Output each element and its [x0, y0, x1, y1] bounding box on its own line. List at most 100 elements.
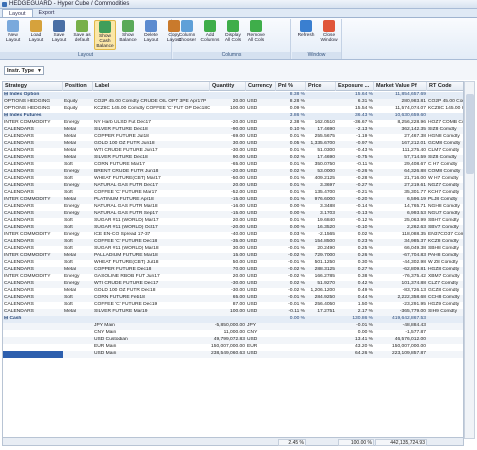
cell: [276, 351, 306, 358]
cell: 70.00: [232, 267, 245, 272]
table-row[interactable]: USD Main 238,549,060.63 USD 64.26 % 223,109,…: [3, 351, 463, 358]
table-row[interactable]: CALENDARS Metal GOLD 100 OZ FUTR Jun18 30.0…: [3, 141, 463, 148]
cell: INTER COMMODITY: [4, 120, 51, 125]
column-header-label[interactable]: Label: [93, 82, 210, 91]
remove-all-cols-button[interactable]: Remove All Cols: [245, 20, 267, 50]
cell: CALENDARS: [4, 169, 34, 174]
group-row[interactable]: ⊟ Index Futures 3.86 % 36.43 % 10,630,659.6…: [3, 113, 463, 120]
default-icon: [76, 20, 88, 32]
cell: Energy: [64, 232, 80, 237]
cell: 3.1703: [320, 211, 335, 216]
delete-layout-button[interactable]: Delete Layout: [140, 20, 162, 50]
column-header-currency[interactable]: Currency: [246, 82, 276, 91]
cell: -2.1565: [318, 232, 335, 237]
table-row[interactable]: CALENDARS Energy BRENT CRUDE FUTR Jun18 -20…: [3, 169, 463, 176]
table-row[interactable]: INTER COMMODITY Energy GASOLINE RBOB FUT J…: [3, 274, 463, 281]
table-row[interactable]: OPTIONS HEDGING Equity KCZ8C 145.00 Comdty…: [3, 106, 463, 113]
cell: USD Custodian: [94, 337, 128, 342]
column-header-rt-code[interactable]: RT Code: [427, 82, 463, 91]
cell: Energy: [64, 169, 80, 174]
add-columns-button[interactable]: Add Columns: [199, 20, 221, 50]
column-header-pnl-[interactable]: Pnl %: [276, 82, 306, 91]
tab-layout[interactable]: Layout: [2, 9, 33, 17]
cell: 21,716.00: [404, 176, 426, 181]
cell: 27,467.38: [404, 134, 426, 139]
column-header-market-value-pf[interactable]: Market Value Pf: [374, 82, 427, 91]
table-row[interactable]: CALENDARS Metal SILVER FUTURE Dec18 -90.00 U…: [3, 127, 463, 134]
column-header-strategy[interactable]: Strategy: [3, 82, 63, 91]
cell: 20.00: [232, 274, 245, 279]
cell: 35,301.77: [404, 190, 426, 195]
table-row[interactable]: CALENDARS Metal SILVER FUTURE Dec18 90.00 US…: [3, 155, 463, 162]
column-header-exposure-[interactable]: Exposure ...: [336, 82, 374, 91]
column-chooser-button[interactable]: Column Chooser: [176, 20, 198, 50]
cell: USD: [247, 141, 258, 146]
cell: SBH7 Comdty: [428, 218, 459, 223]
table-row[interactable]: CALENDARS Soft CORN FUTURE Mar17 -65.00 USD 0…: [3, 162, 463, 169]
cell: CALENDARS: [4, 218, 34, 223]
cell: 280,983.81: [401, 99, 426, 104]
cell: [210, 92, 246, 99]
show-balance-button[interactable]: Show Balance: [117, 20, 139, 50]
tab-export[interactable]: Export: [33, 9, 61, 17]
cell: 150,007,000.00: [392, 344, 426, 349]
scroll-thumb[interactable]: [466, 94, 474, 174]
table-row[interactable]: CALENDARS Soft COFFEE 'C' FUTURE Mar17 -52.…: [3, 190, 463, 197]
group-row[interactable]: ⊟ Index Option 8.38 % 15.64 % 11,854,657.69: [3, 92, 463, 99]
table-row[interactable]: CALENDARS Energy NATURAL GAS FUTR Mar18 -16…: [3, 204, 463, 211]
cell: 17.4690: [317, 127, 335, 132]
table-row[interactable]: INTER COMMODITY Metal PLATINUM FUTURE Apr1…: [3, 197, 463, 204]
cell: USD: [247, 337, 258, 342]
cell: [276, 344, 306, 351]
load-layout-button[interactable]: Load Layout: [25, 20, 47, 50]
table-row[interactable]: INTER COMMODITY Energy NY Harb ULSD Fut De…: [3, 120, 463, 127]
table-row[interactable]: USD Custodian 49,799,072.83 USD 13.41 % 46,5…: [3, 337, 463, 344]
table-row[interactable]: CNY Main 11,000.00 CNY 0.00 % -1,577.87: [3, 330, 463, 337]
table-row[interactable]: CALENDARS Soft SUGAR #11 (WORLD) Mar17 20.0…: [3, 218, 463, 225]
table-row[interactable]: INTER COMMODITY Metal PALLADIUM FUTURE Mar…: [3, 253, 463, 260]
table-row[interactable]: CALENDARS Metal COPPER FUTURE Jul18 -69.00 U…: [3, 134, 463, 141]
table-row[interactable]: CALENDARS Energy NATURAL GAS FUTR Dec17 20.…: [3, 183, 463, 190]
group-row[interactable]: ⊟ Cash 0.00 % 130.86 % 419,642,867.53: [3, 316, 463, 323]
cell: 51.9270: [317, 281, 335, 286]
table-row[interactable]: CALENDARS Soft CORN FUTURE Feb18 65.00 USD -0…: [3, 295, 463, 302]
exposure-total: 100.00 %: [338, 439, 374, 446]
close-window-button[interactable]: Close Window: [318, 20, 340, 50]
table-row[interactable]: EUR Main 150,007,000.00 EUR 43.20 % 150,007,…: [3, 344, 463, 351]
table-row[interactable]: CALENDARS Metal GOLD 100 OZ FUTR Dec18 -30.…: [3, 288, 463, 295]
column-header-position[interactable]: Position: [63, 82, 93, 91]
table-row[interactable]: CALENDARS Energy WTI CRUDE FUTURE Dec17 -30…: [3, 281, 463, 288]
cell: -0.02 %: [288, 253, 305, 258]
cell: 15.64 %: [355, 92, 373, 97]
save-as-default-button[interactable]: Save as default: [71, 20, 93, 50]
cell: USD: [247, 183, 258, 188]
table-row[interactable]: CALENDARS Soft COFFEE 'C' FUTURE Dec18 -35.…: [3, 239, 463, 246]
table-row[interactable]: CALENDARS Soft WHEAT FUTURE(CBT) Mar17 -50.…: [3, 176, 463, 183]
save-layout-button[interactable]: Save Layout: [48, 20, 70, 50]
display-all-cols-button[interactable]: Display All Cols: [222, 20, 244, 50]
table-row[interactable]: CALENDARS Soft COFFEE 'C' FUTURE Dec19 87.0…: [3, 302, 463, 309]
table-row[interactable]: CALENDARS Soft SUGAR #11 (WORLD) Mar18 30.0…: [3, 246, 463, 253]
positions-grid[interactable]: Strategy Position Label Quantity Currency Pnl…: [2, 81, 464, 439]
vertical-scrollbar[interactable]: [464, 81, 475, 439]
table-row[interactable]: CALENDARS Soft WHEAT FUTURE(CBT) Jul18 50.0…: [3, 260, 463, 267]
cell: -0.13 %: [356, 211, 373, 216]
table-row[interactable]: CALENDARS Metal SILVER FUTURE Mar19 100.00 U…: [3, 309, 463, 316]
instrument-type-dropdown[interactable]: Instr. Type ▼: [4, 66, 44, 75]
table-row[interactable]: INTER COMMODITY Energy ICE EN-CO Spread 17…: [3, 232, 463, 239]
title-bar: HEDGEGUARD - Hyper Cube / Commodities: [0, 0, 477, 9]
table-row[interactable]: CALENDARS Metal WTI CRUDE FUTURE Jun17 -30.…: [3, 148, 463, 155]
new-layout-button[interactable]: New Layout: [2, 20, 24, 50]
grid-header: Strategy Position Label Quantity Currency Pnl…: [3, 82, 463, 91]
column-header-quantity[interactable]: Quantity: [210, 82, 246, 91]
table-row[interactable]: OPTIONS HEDGING Equity CO2P 45.00 Comdty C…: [3, 99, 463, 106]
table-row[interactable]: CALENDARS Metal COPPER FUTURE Dec18 70.00 US…: [3, 267, 463, 274]
refresh-button[interactable]: Refresh: [295, 20, 317, 50]
cell: [3, 323, 63, 330]
show-cash-balance-button[interactable]: Show Cash Balance: [94, 20, 116, 50]
table-row[interactable]: CALENDARS Energy NATURAL GAS FUTR Sep17 -15…: [3, 211, 463, 218]
table-row[interactable]: CALENDARS Soft SUGAR #11 (WORLD) Oct17 -20.…: [3, 225, 463, 232]
column-header-price[interactable]: Price: [306, 82, 336, 91]
cell: Metal: [64, 309, 76, 314]
table-row[interactable]: JPY Main -5,850,000.00 JPY -0.01 % -48,884.4…: [3, 323, 463, 330]
